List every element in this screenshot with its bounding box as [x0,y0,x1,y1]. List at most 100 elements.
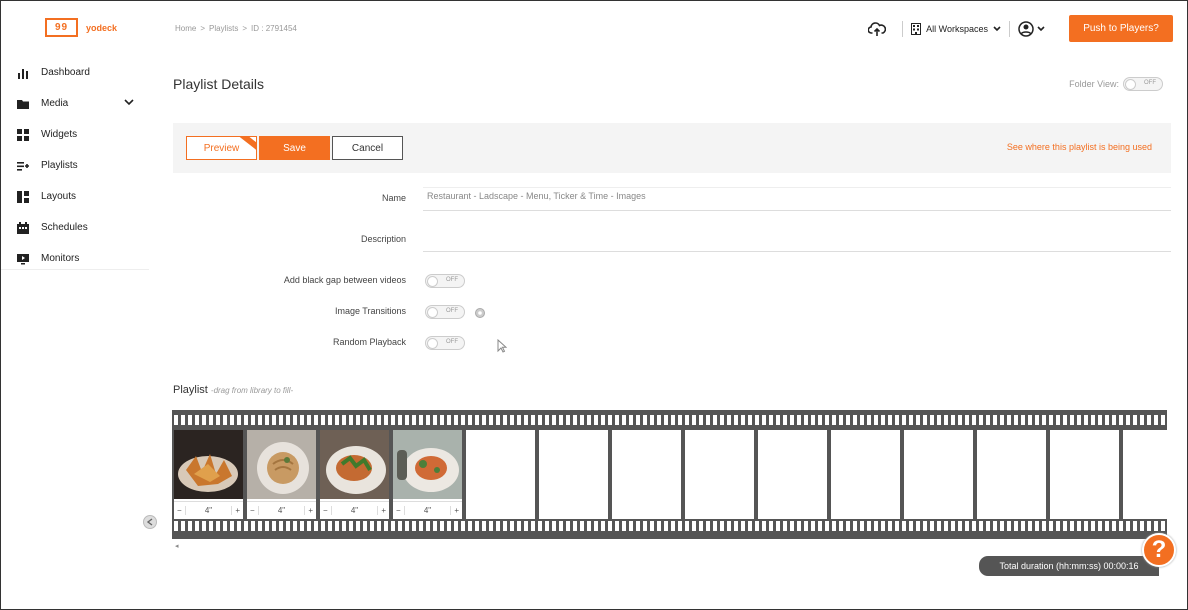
sprocket-hole [993,521,997,531]
sprocket-hole [1140,415,1144,425]
sprocket-hole [181,521,185,531]
increase-duration-button[interactable]: + [235,506,240,515]
sprocket-hole [188,521,192,531]
increase-duration-button[interactable]: + [308,506,313,515]
duration-value[interactable]: 4" [403,506,452,515]
sprocket-hole [594,415,598,425]
sprocket-hole [461,415,465,425]
sprocket-hole [1056,415,1060,425]
empty-playlist-slot[interactable] [904,430,973,519]
sprocket-hole [230,521,234,531]
empty-playlist-slot[interactable] [977,430,1046,519]
food-thumbnail-image [247,430,316,499]
sidebar-item-schedules[interactable]: Schedules [1,212,149,243]
sidebar-item-layouts[interactable]: Layouts [1,181,149,212]
playlist-item[interactable]: − 4" + [174,430,243,519]
sprocket-hole [832,415,836,425]
decrease-duration-button[interactable]: − [177,506,182,515]
page-title: Playlist Details [173,76,265,92]
empty-playlist-slot[interactable] [758,430,827,519]
layout-icon [17,190,29,203]
breadcrumb-current: ID : 2791454 [251,24,297,33]
playlist-hint: -drag from library to fill- [210,386,294,395]
sidebar-item-widgets[interactable]: Widgets [1,119,149,150]
empty-playlist-slot[interactable] [539,430,608,519]
sprocket-hole [1105,415,1109,425]
sprocket-hole [475,415,479,425]
sprocket-hole [923,521,927,531]
sprocket-hole [636,521,640,531]
sidebar-item-media[interactable]: Media [1,88,149,119]
cloud-upload-icon[interactable] [867,20,887,38]
empty-playlist-slot[interactable] [685,430,754,519]
duration-control: − 4" + [393,501,462,519]
sprocket-hole [846,415,850,425]
empty-playlist-slot[interactable] [1123,430,1167,519]
sprocket-hole [342,415,346,425]
sprocket-hole [909,415,913,425]
sprocket-hole [895,415,899,425]
decrease-duration-button[interactable]: − [396,506,401,515]
gear-icon[interactable] [474,306,486,318]
see-where-used-link[interactable]: See where this playlist is being used [1007,142,1152,152]
sidebar-item-dashboard[interactable]: Dashboard [1,57,149,88]
sprocket-hole [622,415,626,425]
sprocket-hole [860,521,864,531]
sidebar-collapse-button[interactable] [143,515,157,529]
push-to-players-button[interactable]: Push to Players? [1069,15,1173,42]
sprocket-hole [825,415,829,425]
divider [1009,20,1010,37]
sprocket-hole [706,415,710,425]
cancel-button[interactable]: Cancel [332,136,403,160]
breadcrumb-home[interactable]: Home [175,24,196,33]
empty-playlist-slot[interactable] [831,430,900,519]
playlist-item[interactable]: − 4" + [320,430,389,519]
decrease-duration-button[interactable]: − [323,506,328,515]
help-button[interactable]: ? [1142,533,1176,567]
sprocket-hole [629,521,633,531]
playlist-item[interactable]: − 4" + [393,430,462,519]
empty-playlist-slot[interactable] [612,430,681,519]
playlist-filmstrip[interactable]: − 4" + − 4" + − 4" + − 4" + [172,410,1167,539]
scroll-left-icon[interactable]: ◂ [175,542,179,550]
black-gap-toggle[interactable]: OFF [425,274,465,288]
sprocket-hole [783,415,787,425]
sprocket-hole [818,521,822,531]
food-thumbnail-image [174,430,243,499]
folder-view-toggle[interactable]: OFF [1123,77,1163,91]
sprocket-hole [286,415,290,425]
image-transitions-label: Image Transitions [334,306,406,316]
random-playback-toggle[interactable]: OFF [425,336,465,350]
name-field[interactable]: Restaurant - Ladscape - Menu, Ticker & T… [423,187,1171,211]
sprocket-hole [678,521,682,531]
playlist-item[interactable]: − 4" + [247,430,316,519]
sprocket-hole [300,521,304,531]
duration-value[interactable]: 4" [330,506,379,515]
duration-value[interactable]: 4" [184,506,233,515]
image-transitions-toggle[interactable]: OFF [425,305,465,319]
empty-playlist-slot[interactable] [1050,430,1119,519]
chevron-down-icon[interactable] [124,98,134,109]
breadcrumb-playlists[interactable]: Playlists [209,24,238,33]
sprocket-hole [895,521,899,531]
toggle-state: OFF [446,277,458,283]
duration-value[interactable]: 4" [257,506,306,515]
workspace-selector[interactable]: All Workspaces [911,22,1001,35]
increase-duration-button[interactable]: + [454,506,459,515]
sprocket-hole [762,415,766,425]
sidebar-item-playlists[interactable]: Playlists [1,150,149,181]
sprocket-hole [496,415,500,425]
sprocket-hole [223,521,227,531]
description-field[interactable] [423,227,1171,252]
preview-button[interactable]: Preview [186,136,257,160]
user-menu[interactable] [1018,20,1045,37]
empty-playlist-slot[interactable] [466,430,535,519]
decrease-duration-button[interactable]: − [250,506,255,515]
monitor-icon [17,253,29,265]
logo[interactable]: 99 yodeck [45,18,117,37]
sprocket-hole [601,521,605,531]
sprocket-hole [1098,415,1102,425]
sidebar-divider [1,269,149,270]
save-button[interactable]: Save [259,136,330,160]
increase-duration-button[interactable]: + [381,506,386,515]
